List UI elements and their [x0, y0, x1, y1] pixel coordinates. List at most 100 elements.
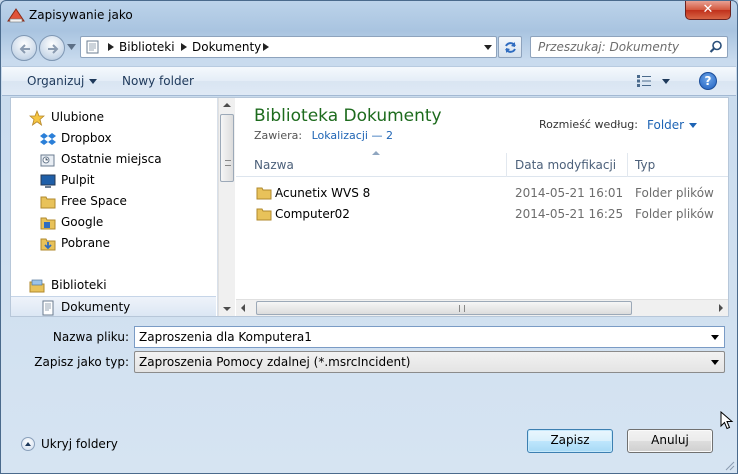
sidebar-item-desktop[interactable]: Pulpit	[11, 170, 216, 191]
sort-ascending-icon	[372, 151, 380, 155]
chevron-up-icon	[21, 437, 35, 451]
file-type: Folder plików	[635, 207, 714, 221]
sidebar-item-documents[interactable]: Dokumenty	[11, 296, 216, 316]
sidebar-item-free-space[interactable]: Free Space	[11, 191, 216, 212]
organize-menu[interactable]: Organizuj	[27, 74, 98, 88]
sidebar-item-recent-places[interactable]: Ostatnie miejsca	[11, 149, 216, 170]
filename-value: Zaproszenia dla Komputera1	[139, 330, 312, 344]
scroll-up-icon[interactable]	[223, 103, 231, 107]
window-title: Zapisywanie jako	[29, 8, 133, 22]
scroll-down-icon[interactable]	[223, 307, 231, 311]
recent-pages-dropdown[interactable]	[67, 44, 76, 50]
sidebar-item-label: Dokumenty	[61, 300, 131, 314]
sidebar-item-favorites[interactable]: Ulubione	[11, 107, 216, 128]
save-button[interactable]: Zapisz	[527, 429, 613, 453]
hide-folders-label: Ukryj foldery	[41, 437, 118, 451]
forward-button[interactable]	[39, 35, 65, 61]
sidebar-item-label: Google	[61, 215, 104, 229]
column-divider[interactable]	[506, 153, 507, 177]
search-placeholder: Przeszukaj: Dokumenty	[538, 40, 680, 54]
filetype-select[interactable]: Zaproszenia Pomocy zdalnej (*.msrcIncide…	[134, 351, 725, 373]
resize-grip-icon[interactable]	[723, 459, 735, 471]
grip-icon	[459, 305, 465, 312]
library-includes: Zawiera: Lokalizacji — 2	[254, 129, 393, 142]
filename-label: Nazwa pliku:	[52, 330, 129, 344]
libraries-icon	[29, 279, 45, 293]
sidebar-item-downloads[interactable]: Pobrane	[11, 233, 216, 254]
file-type: Folder plików	[635, 186, 714, 200]
scroll-thumb[interactable]	[256, 301, 632, 315]
breadcrumb-separator-icon[interactable]	[181, 43, 187, 51]
chevron-down-icon	[689, 123, 698, 128]
filetype-label: Zapisz jako typ:	[34, 355, 129, 369]
filetype-value: Zaproszenia Pomocy zdalnej (*.msrcIncide…	[139, 355, 411, 369]
save-as-dialog: Zapisywanie jako ✕ Biblioteki Dokumenty	[0, 0, 738, 474]
includes-label: Zawiera:	[254, 129, 303, 142]
column-header-type[interactable]: Typ	[635, 158, 655, 172]
navigation-pane: Ulubione Dropbox Ostatnie miejsca Pulpit…	[11, 98, 218, 316]
refresh-icon	[505, 42, 516, 53]
recent-places-icon	[40, 154, 55, 167]
folder-icon	[256, 208, 272, 221]
filename-field[interactable]: Zaproszenia dla Komputera1	[134, 326, 725, 348]
breadcrumb-documents[interactable]: Dokumenty	[192, 40, 261, 54]
file-date: 2014-05-21 16:01	[515, 186, 624, 200]
sidebar-item-label: Ulubione	[51, 110, 105, 124]
help-icon[interactable]: ?	[699, 72, 717, 90]
new-folder-button[interactable]: Nowy folder	[122, 74, 194, 88]
folder-icon	[256, 187, 272, 200]
chevron-down-icon[interactable]	[711, 335, 719, 340]
navigation-pane-scrollbar[interactable]	[218, 98, 235, 316]
folder-icon	[40, 196, 56, 209]
grip-icon	[225, 160, 231, 166]
folder-icon	[40, 217, 56, 230]
file-date: 2014-05-21 16:25	[515, 207, 624, 221]
breadcrumb-separator-icon[interactable]	[108, 43, 114, 51]
breadcrumb-libraries[interactable]: Biblioteki	[119, 40, 175, 54]
back-button[interactable]	[11, 35, 37, 61]
scroll-thumb[interactable]	[220, 114, 234, 182]
scroll-left-icon[interactable]	[241, 304, 245, 312]
address-bar[interactable]: Biblioteki Dokumenty	[80, 36, 497, 58]
locations-link[interactable]: Lokalizacji — 2	[312, 129, 393, 142]
view-dropdown-icon[interactable]	[662, 79, 670, 84]
search-icon[interactable]	[709, 40, 723, 54]
downloads-icon	[40, 238, 56, 251]
file-row[interactable]: Acunetix WVS 8 2014-05-21 16:01 Folder p…	[236, 183, 728, 204]
arrange-by-dropdown[interactable]: Folder	[647, 118, 698, 132]
sidebar-item-google[interactable]: Google	[11, 212, 216, 233]
address-history-dropdown-icon[interactable]	[484, 45, 492, 50]
sidebar-item-libraries[interactable]: Biblioteki	[11, 275, 216, 296]
column-header-date[interactable]: Data modyfikacji	[515, 158, 616, 172]
star-icon	[29, 110, 45, 126]
chevron-down-icon[interactable]	[711, 360, 719, 365]
search-input[interactable]: Przeszukaj: Dokumenty	[530, 36, 728, 58]
column-divider[interactable]	[627, 153, 628, 177]
file-list-pane: Biblioteka Dokumenty Zawiera: Lokalizacj…	[236, 98, 728, 316]
command-toolbar: Organizuj Nowy folder ?	[2, 66, 736, 96]
scroll-right-icon[interactable]	[719, 304, 723, 312]
sidebar-item-label: Biblioteki	[51, 278, 107, 292]
sidebar-item-label: Free Space	[61, 194, 127, 208]
file-row[interactable]: Computer02 2014-05-21 16:25 Folder plikó…	[236, 204, 728, 225]
mouse-cursor-icon	[720, 411, 734, 430]
column-header-name[interactable]: Nazwa	[254, 158, 294, 172]
sidebar-item-label: Pobrane	[61, 236, 111, 250]
sidebar-item-label: Pulpit	[61, 173, 95, 187]
browser-area: Ulubione Dropbox Ostatnie miejsca Pulpit…	[10, 97, 729, 317]
breadcrumb-separator-icon[interactable]	[263, 43, 269, 51]
chevron-down-icon	[89, 79, 98, 84]
view-options-icon[interactable]	[636, 74, 652, 88]
documents-library-icon	[86, 40, 99, 54]
arrange-by-label: Rozmieść według:	[539, 118, 638, 131]
file-list-horizontal-scrollbar[interactable]	[236, 299, 728, 316]
app-icon	[7, 8, 25, 23]
close-button[interactable]: ✕	[685, 1, 731, 20]
desktop-icon	[40, 174, 56, 188]
sidebar-item-label: Dropbox	[61, 131, 112, 145]
sidebar-item-dropbox[interactable]: Dropbox	[11, 128, 216, 149]
dropbox-icon	[40, 133, 56, 145]
refresh-button[interactable]	[498, 36, 522, 58]
cancel-button[interactable]: Anuluj	[627, 429, 713, 453]
arrange-by-value: Folder	[647, 118, 685, 132]
